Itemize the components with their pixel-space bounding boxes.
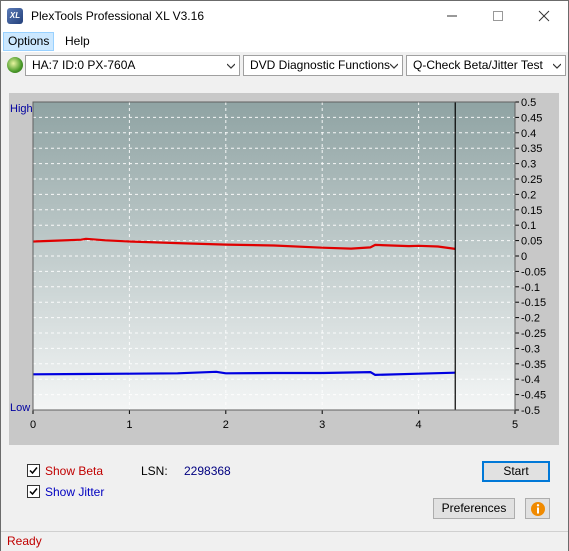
info-button[interactable]: [525, 498, 550, 519]
title-bar[interactable]: XL PlexTools Professional XL V3.16: [1, 1, 568, 31]
x-tick-label: 0: [30, 419, 36, 431]
lsn-label: LSN:: [141, 464, 168, 478]
status-text: Ready: [7, 534, 42, 548]
show-jitter-checkbox[interactable]: [27, 485, 40, 498]
menu-bar: Options Help: [1, 31, 568, 52]
x-tick-label: 4: [416, 419, 422, 431]
y-tick-label: -0.25: [521, 328, 546, 340]
minimize-icon[interactable]: [429, 1, 475, 31]
info-icon: [530, 502, 545, 516]
y-tick-label: 0.4: [521, 128, 536, 140]
checkmark-icon: [29, 467, 38, 475]
drive-icon: [7, 57, 23, 73]
y-tick-label: 0.45: [521, 112, 542, 124]
start-button[interactable]: Start: [482, 461, 550, 482]
x-tick-label: 5: [512, 419, 518, 431]
beta-jitter-chart: 0.5 0.45 0.4 0.35 0.3 0.25 0.2 0.15 0.1 0.05 0 -0.0…: [10, 97, 546, 431]
y-tick-label: -0.2: [521, 313, 540, 325]
x-tick-label: 1: [126, 419, 132, 431]
show-jitter-label[interactable]: Show Jitter: [45, 485, 104, 499]
show-beta-checkbox[interactable]: [27, 464, 40, 477]
y-tick-label: -0.45: [521, 390, 546, 402]
y-tick-label: 0.3: [521, 159, 536, 171]
chevron-down-icon: [227, 63, 235, 69]
checkmark-icon: [29, 488, 38, 496]
drive-select-value: HA:7 ID:0 PX-760A: [32, 58, 136, 72]
status-bar: Ready: [1, 531, 568, 551]
x-tick-label: 3: [319, 419, 325, 431]
y-high-label: High: [10, 103, 33, 115]
test-select-value: Q-Check Beta/Jitter Test: [413, 58, 543, 72]
maximize-icon[interactable]: [475, 1, 521, 31]
chevron-down-icon: [390, 63, 398, 69]
close-icon[interactable]: [521, 1, 567, 31]
preferences-button[interactable]: Preferences: [433, 498, 515, 519]
x-tick-label: 2: [223, 419, 229, 431]
y-tick-label: 0.05: [521, 236, 542, 248]
y-tick-label: 0.35: [521, 143, 542, 155]
y-tick-label: 0.25: [521, 174, 542, 186]
menu-options[interactable]: Options: [3, 32, 55, 51]
y-tick-label: -0.3: [521, 343, 540, 355]
function-select-value: DVD Diagnostic Functions: [250, 58, 391, 72]
y-tick-label: 0.5: [521, 97, 536, 109]
menu-help[interactable]: Help: [61, 33, 94, 50]
y-tick-label: -0.1: [521, 282, 540, 294]
lsn-value: 2298368: [184, 464, 231, 478]
show-beta-label[interactable]: Show Beta: [45, 464, 103, 478]
y-tick-label: -0.15: [521, 297, 546, 309]
options-panel: Show Beta Show Jitter LSN: 2298368 Start…: [9, 453, 559, 525]
y-tick-label: 0.2: [521, 189, 536, 201]
chart-panel: 0.5 0.45 0.4 0.35 0.3 0.25 0.2 0.15 0.1 0.05 0 -0.0…: [9, 93, 559, 445]
y-tick-label: 0: [521, 251, 527, 263]
test-select[interactable]: Q-Check Beta/Jitter Test: [406, 55, 566, 76]
y-low-label: Low: [10, 402, 30, 414]
y-tick-label: -0.35: [521, 359, 546, 371]
y-tick-label: 0.15: [521, 205, 542, 217]
main-window: XL PlexTools Professional XL V3.16 Optio…: [0, 0, 569, 551]
drive-select[interactable]: HA:7 ID:0 PX-760A: [25, 55, 240, 76]
y-tick-label: -0.5: [521, 405, 540, 417]
y-tick-label: 0.1: [521, 220, 536, 232]
y-tick-label: -0.05: [521, 266, 546, 278]
y-tick-label: -0.4: [521, 374, 540, 386]
app-logo-icon: XL: [7, 8, 23, 24]
chevron-down-icon: [553, 63, 561, 69]
window-title: PlexTools Professional XL V3.16: [31, 9, 204, 23]
function-select[interactable]: DVD Diagnostic Functions: [243, 55, 403, 76]
